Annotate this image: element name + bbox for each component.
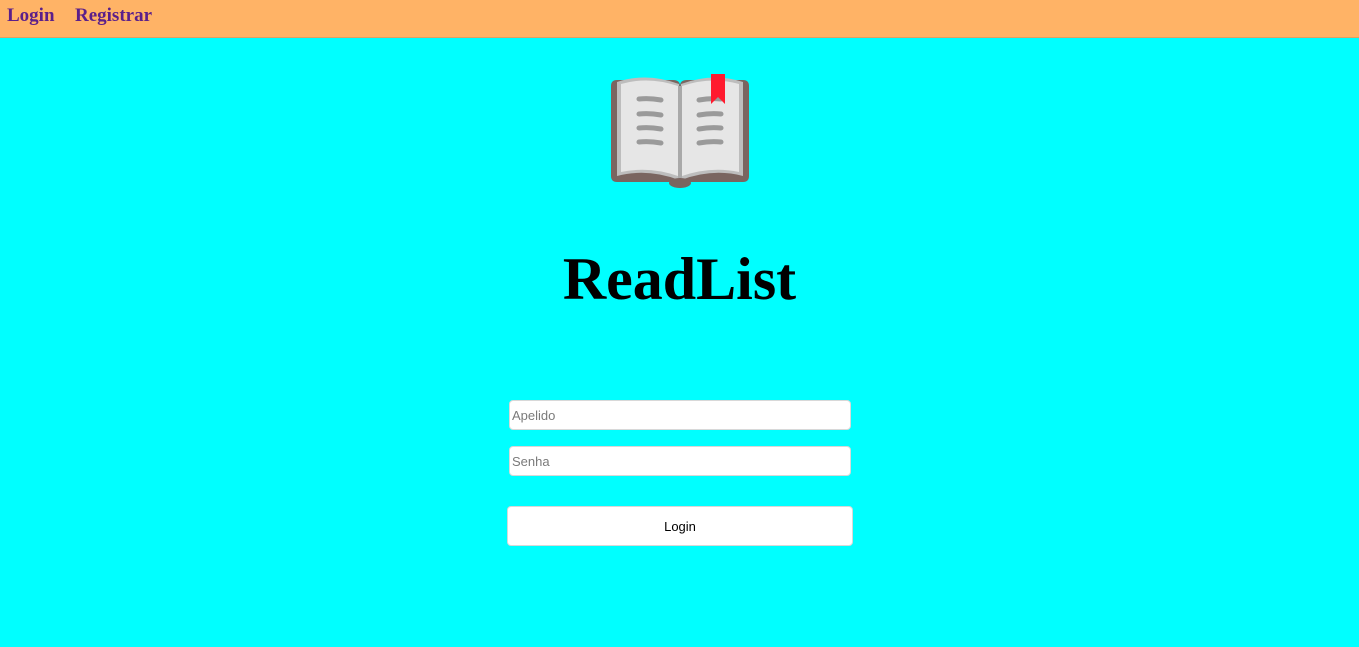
open-book-icon <box>607 72 753 192</box>
app-title: ReadList <box>562 246 797 312</box>
nav-login-link[interactable]: Login <box>7 5 55 27</box>
top-navbar: Login Registrar <box>0 0 1359 38</box>
password-input[interactable] <box>509 446 851 476</box>
username-input[interactable] <box>509 400 851 430</box>
login-button[interactable]: Login <box>507 506 853 546</box>
nav-register-link[interactable]: Registrar <box>75 5 152 27</box>
